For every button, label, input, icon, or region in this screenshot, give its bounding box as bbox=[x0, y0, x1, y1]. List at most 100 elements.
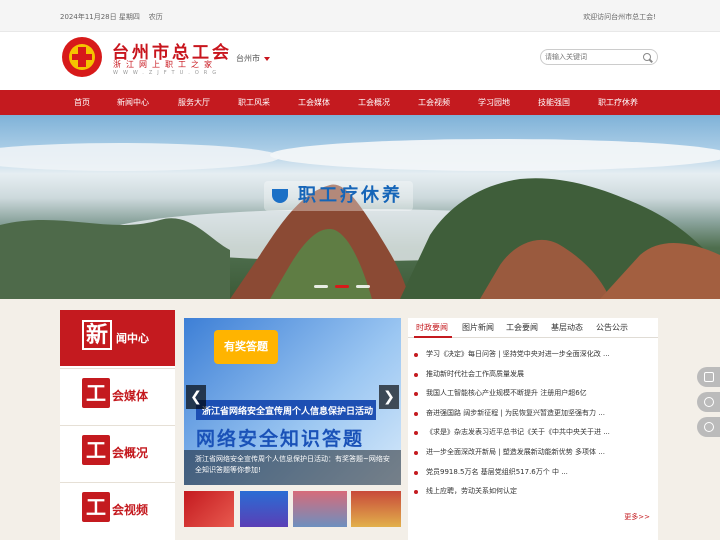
nav-item-video[interactable]: 工会视频 bbox=[418, 90, 450, 115]
nav-item-study[interactable]: 学习园地 bbox=[478, 90, 510, 115]
lunar-text: 农历 bbox=[148, 13, 163, 21]
quiz-badge: 有奖答题 bbox=[214, 330, 278, 364]
nav-item-service[interactable]: 服务大厅 bbox=[178, 90, 210, 115]
bullet-icon bbox=[414, 392, 418, 397]
welcome-text: 欢迎访问台州市总工会! bbox=[583, 13, 656, 21]
tab-media-rest: 会媒体 bbox=[112, 389, 149, 403]
site-subtitle: 浙江网上职工之家 bbox=[113, 60, 217, 69]
nav-item-news[interactable]: 新闻中心 bbox=[117, 90, 149, 115]
nav-item-overview[interactable]: 工会概况 bbox=[358, 90, 390, 115]
nav-item-media[interactable]: 工会媒体 bbox=[298, 90, 330, 115]
date-text: 2024年11月28日 星期四 bbox=[60, 13, 140, 21]
bullet-icon bbox=[414, 490, 418, 495]
carousel-dot[interactable] bbox=[356, 285, 370, 288]
bullet-icon bbox=[414, 470, 418, 475]
list-item[interactable]: 进一步全面深改开新局 | 塑造发展新动能新优势 多项体 ... bbox=[414, 446, 650, 466]
tab-news-rest: 闻中心 bbox=[116, 332, 149, 345]
search-box bbox=[540, 49, 658, 65]
news-list: 学习《决定》每日问答 | 坚持党中央对进一步全面深化改 ... 推动新时代社会工… bbox=[414, 348, 650, 505]
bullet-icon bbox=[414, 431, 418, 436]
slide-caption[interactable]: 浙江省网络安全宣传周个人信息保护日活动：有奖答题~网络安全知识答题等你参加! bbox=[195, 454, 391, 476]
section-tabs-column: 新 闻中心 工 会媒体 工 会概况 工 会视频 bbox=[60, 310, 175, 540]
top-bar: 2024年11月28日 星期四 农历 欢迎访问台州市总工会! bbox=[0, 0, 720, 32]
nav-item-retreat[interactable]: 职工疗休养 bbox=[598, 90, 638, 115]
list-item[interactable]: 奋进强国路 阔步新征程 | 为民恢复兴暂造更加坚强有力 ... bbox=[414, 407, 650, 427]
share-icon-glyph bbox=[704, 397, 714, 407]
list-item[interactable]: 党员9918.5万名 基层党组织517.6万个 中 ... bbox=[414, 466, 650, 486]
tab-news-big-char: 新 bbox=[82, 320, 112, 350]
list-item[interactable]: 学习《决定》每日问答 | 坚持党中央对进一步全面深化改 ... bbox=[414, 348, 650, 368]
tab-union-video[interactable]: 工 会视频 bbox=[60, 482, 175, 538]
tab-grassroots[interactable]: 基层动态 bbox=[551, 322, 583, 333]
slide-stripe: 浙江省网络安全宣传周个人信息保护日活动 bbox=[196, 400, 376, 420]
search-icon[interactable] bbox=[643, 53, 651, 61]
slider-thumbnails bbox=[184, 491, 401, 527]
union-logo-icon[interactable] bbox=[62, 37, 102, 77]
bowl-icon bbox=[272, 189, 288, 203]
region-selector[interactable]: 台州市 bbox=[236, 53, 270, 64]
tab-union-news[interactable]: 工会要闻 bbox=[506, 322, 538, 333]
carousel-dots bbox=[314, 285, 374, 288]
tab-union-media[interactable]: 工 会媒体 bbox=[60, 368, 175, 424]
globe-icon-glyph bbox=[704, 422, 714, 432]
tab-overview-rest: 会概况 bbox=[112, 446, 149, 460]
news-title[interactable]: 《求是》杂志发表习近平总书记《关于《中共中央关于进 ... bbox=[426, 427, 644, 437]
news-title[interactable]: 线上应聘，劳动关系如何认定 bbox=[426, 486, 644, 496]
logo-bar-horizontal bbox=[72, 54, 92, 60]
news-slider[interactable]: 有奖答题 浙江省网络安全宣传周个人信息保护日活动 网络安全知识答题 浙江省网络安… bbox=[184, 318, 401, 485]
list-item[interactable]: 推动新时代社会工作高质量发展 bbox=[414, 368, 650, 388]
main-nav: 首页 新闻中心 服务大厅 职工风采 工会媒体 工会概况 工会视频 学习园地 技能… bbox=[0, 90, 720, 115]
tab-overview-big-char: 工 bbox=[82, 435, 110, 465]
nav-item-workers[interactable]: 职工风采 bbox=[238, 90, 270, 115]
slogan-panel: 职工疗休养 bbox=[264, 181, 413, 211]
site-header: 台州市总工会 浙江网上职工之家 WWW.ZJFTU.ORG 台州市 bbox=[0, 32, 720, 90]
share-icon[interactable] bbox=[697, 392, 720, 412]
tab-notices[interactable]: 公告公示 bbox=[596, 322, 628, 333]
hero-banner[interactable]: 职工疗休养 bbox=[0, 115, 720, 299]
region-label: 台州市 bbox=[236, 54, 260, 63]
video-icon[interactable] bbox=[697, 367, 720, 387]
thumbnail[interactable] bbox=[184, 491, 234, 527]
chevron-left-icon[interactable]: ❮ bbox=[186, 385, 206, 409]
news-title[interactable]: 进一步全面深改开新局 | 塑造发展新动能新优势 多项体 ... bbox=[426, 447, 644, 457]
search-input[interactable] bbox=[545, 51, 639, 63]
tab-news-center[interactable]: 新 闻中心 bbox=[60, 310, 175, 366]
tab-union-overview[interactable]: 工 会概况 bbox=[60, 425, 175, 481]
news-title[interactable]: 推动新时代社会工作高质量发展 bbox=[426, 369, 644, 379]
news-title[interactable]: 党员9918.5万名 基层党组织517.6万个 中 ... bbox=[426, 467, 644, 477]
date-display: 2024年11月28日 星期四 农历 bbox=[60, 12, 163, 22]
chevron-down-icon bbox=[264, 56, 270, 61]
bullet-icon bbox=[414, 372, 418, 377]
list-item[interactable]: 线上应聘，劳动关系如何认定 bbox=[414, 485, 650, 505]
slide-stripe-text: 浙江省网络安全宣传周个人信息保护日活动 bbox=[202, 407, 374, 417]
banner-slogan: 职工疗休养 bbox=[298, 185, 403, 206]
news-title[interactable]: 学习《决定》每日问答 | 坚持党中央对进一步全面深化改 ... bbox=[426, 349, 644, 359]
slide-big-title: 网络安全知识答题 bbox=[196, 428, 365, 450]
more-link[interactable]: 更多>> bbox=[624, 512, 650, 522]
carousel-dot[interactable] bbox=[314, 285, 328, 288]
tab-video-big-char: 工 bbox=[82, 492, 110, 522]
tab-video-rest: 会视频 bbox=[112, 503, 149, 517]
nav-item-home[interactable]: 首页 bbox=[74, 90, 90, 115]
news-title[interactable]: 我国人工智能核心产业规模不断提升 注册用户超6亿 bbox=[426, 388, 644, 398]
video-icon-glyph bbox=[704, 372, 714, 382]
active-tab-underline bbox=[414, 336, 452, 338]
list-item[interactable]: 《求是》杂志发表习近平总书记《关于《中共中央关于进 ... bbox=[414, 426, 650, 446]
thumbnail[interactable] bbox=[351, 491, 401, 527]
site-url: WWW.ZJFTU.ORG bbox=[113, 70, 222, 76]
bullet-icon bbox=[414, 353, 418, 357]
bullet-icon bbox=[414, 411, 418, 416]
news-tabs: 时政要闻 图片新闻 工会要闻 基层动态 公告公示 bbox=[408, 318, 658, 338]
bullet-icon bbox=[414, 450, 418, 455]
tab-politics[interactable]: 时政要闻 bbox=[416, 322, 448, 333]
globe-icon[interactable] bbox=[697, 417, 720, 437]
news-title[interactable]: 奋进强国路 阔步新征程 | 为民恢复兴暂造更加坚强有力 ... bbox=[426, 408, 644, 418]
tab-photo-news[interactable]: 图片新闻 bbox=[462, 322, 494, 333]
thumbnail[interactable] bbox=[293, 491, 347, 527]
thumbnail[interactable] bbox=[240, 491, 288, 527]
chevron-right-icon[interactable]: ❯ bbox=[379, 385, 399, 409]
tab-media-big-char: 工 bbox=[82, 378, 110, 408]
carousel-dot-active[interactable] bbox=[335, 285, 349, 288]
list-item[interactable]: 我国人工智能核心产业规模不断提升 注册用户超6亿 bbox=[414, 387, 650, 407]
nav-item-skills[interactable]: 技能强国 bbox=[538, 90, 570, 115]
